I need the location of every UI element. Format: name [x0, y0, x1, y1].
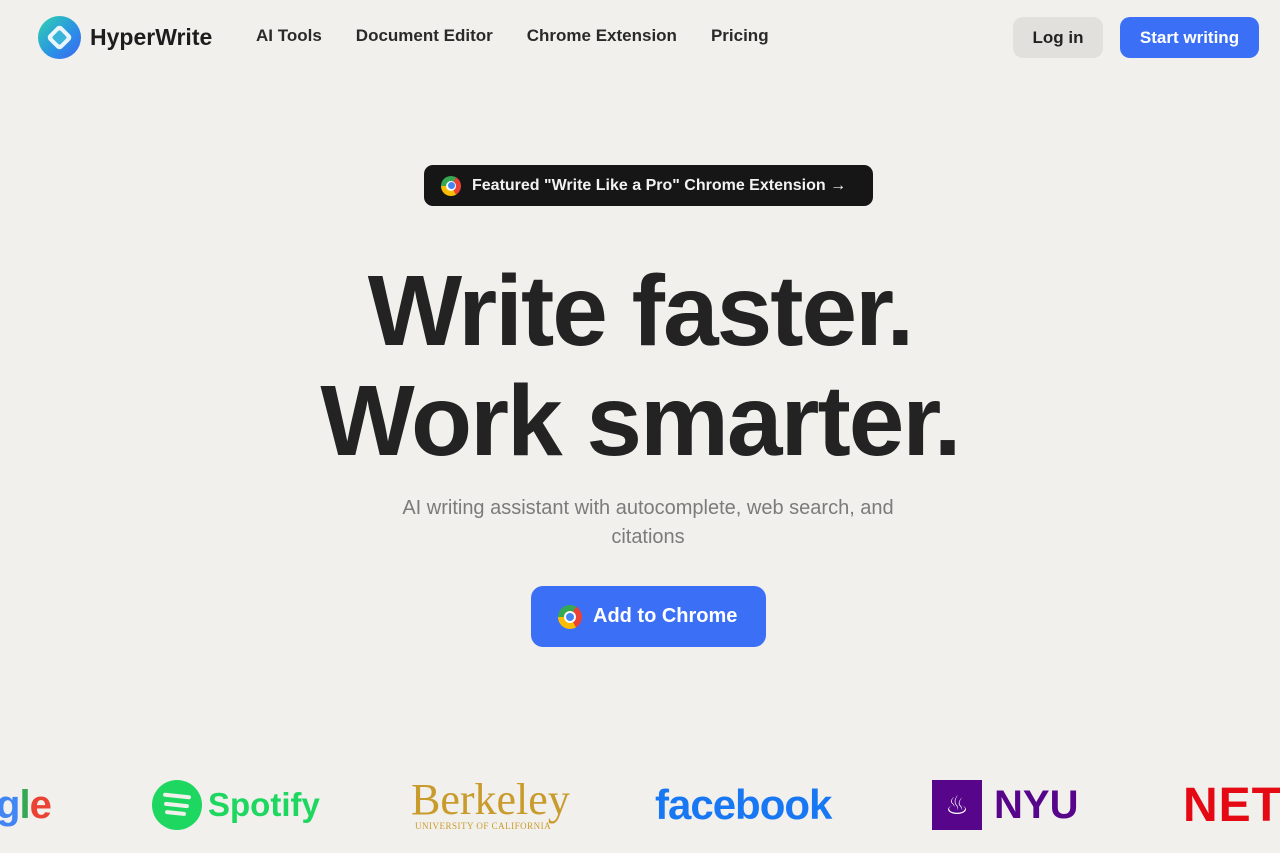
google-logo: gle — [0, 782, 52, 827]
nav-link-document-editor[interactable]: Document Editor — [356, 26, 493, 46]
top-nav: HyperWrite AI Tools Document Editor Chro… — [0, 0, 1280, 74]
chrome-icon — [441, 175, 461, 196]
add-to-chrome-label: Add to Chrome — [593, 605, 738, 627]
spotify-icon — [152, 780, 202, 830]
berkeley-logo: Berkeley UNIVERSITY OF CALIFORNIA — [411, 770, 570, 840]
brand-name: HyperWrite — [90, 24, 213, 50]
chrome-icon — [558, 604, 582, 629]
featured-badge-label: Featured "Write Like a Pro" Chrome Exten… — [472, 176, 847, 194]
berkeley-subtitle: UNIVERSITY OF CALIFORNIA — [415, 821, 552, 831]
hero-title-line-1: Write faster. — [367, 255, 915, 367]
featured-badge-link[interactable]: Featured "Write Like a Pro" Chrome Exten… — [424, 165, 873, 206]
nyu-logo: ♨ NYU — [932, 770, 1078, 840]
login-button[interactable]: Log in — [1013, 17, 1103, 58]
spotify-wordmark: Spotify — [208, 786, 320, 823]
add-to-chrome-button[interactable]: Add to Chrome — [531, 586, 766, 647]
customer-logos-strip: gle Spotify Berkeley UNIVERSITY OF CALIF… — [0, 770, 1280, 840]
netflix-logo: NETF — [1183, 778, 1280, 832]
hero-title: Write faster. Work smarter. — [0, 256, 1280, 476]
hero-title-line-2: Work smarter. — [320, 365, 961, 477]
nyu-torch-icon: ♨ — [932, 780, 982, 830]
nav-link-pricing[interactable]: Pricing — [711, 26, 769, 46]
brand-logo-link[interactable]: HyperWrite — [38, 16, 212, 59]
spotify-logo: Spotify — [152, 770, 320, 840]
berkeley-wordmark: Berkeley — [411, 775, 570, 824]
hyperwrite-logo-icon — [38, 16, 81, 59]
start-writing-button[interactable]: Start writing — [1120, 17, 1259, 58]
hero-subtitle: AI writing assistant with autocomplete, … — [402, 497, 894, 548]
nav-link-chrome-extension[interactable]: Chrome Extension — [527, 26, 677, 46]
nav-link-ai-tools[interactable]: AI Tools — [256, 26, 322, 46]
facebook-logo: facebook — [655, 781, 832, 828]
nav-links: AI Tools Document Editor Chrome Extensio… — [256, 26, 803, 46]
nyu-wordmark: NYU — [994, 782, 1079, 827]
